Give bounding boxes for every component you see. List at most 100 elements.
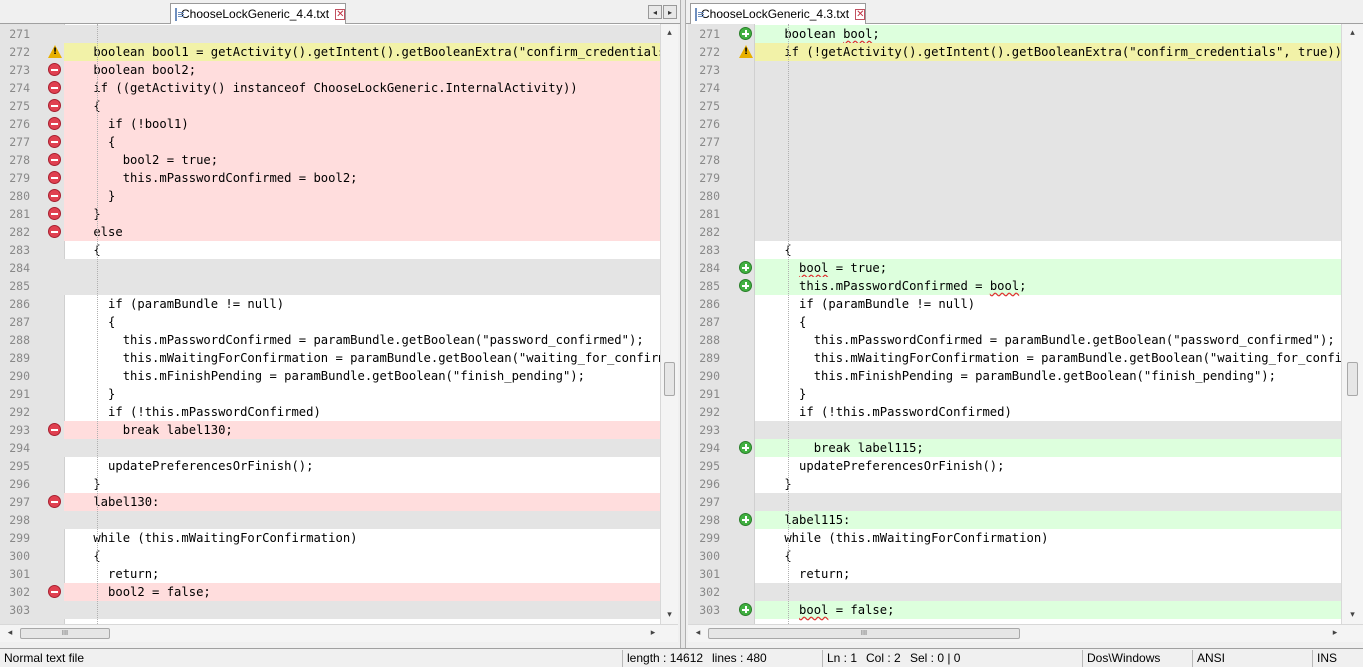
scroll-thumb[interactable]: III bbox=[708, 628, 1020, 639]
line-number: 273 bbox=[699, 63, 720, 77]
code-line[interactable]: 284 bool = true; bbox=[688, 259, 1341, 277]
tab-right-file[interactable]: ChooseLockGeneric_4.3.txt ✕ bbox=[690, 3, 866, 24]
code-line[interactable]: 297 bbox=[688, 493, 1341, 511]
code-line[interactable]: 288 this.mPasswordConfirmed = paramBundl… bbox=[688, 331, 1341, 349]
code-line[interactable]: 295 updatePreferencesOrFinish(); bbox=[688, 457, 1341, 475]
code-line[interactable]: 298 bbox=[0, 511, 660, 529]
code-line[interactable]: 274 bbox=[688, 79, 1341, 97]
status-col: Col : 2 bbox=[866, 651, 901, 665]
right-tab-bar: ChooseLockGeneric_4.3.txt ✕ bbox=[686, 0, 1363, 24]
tab-left-label: ChooseLockGeneric_4.4.txt bbox=[181, 7, 330, 21]
code-line[interactable]: 273 boolean bool2; bbox=[0, 61, 660, 79]
code-line[interactable]: 281 bbox=[688, 205, 1341, 223]
code-line[interactable]: 294 break label115; bbox=[688, 439, 1341, 457]
code-line[interactable]: 299 while (this.mWaitingForConfirmation) bbox=[688, 529, 1341, 547]
code-line[interactable]: 294 bbox=[0, 439, 660, 457]
scroll-up-arrow[interactable]: ▴ bbox=[1346, 26, 1359, 40]
code-text: if (!this.mPasswordConfirmed) bbox=[755, 405, 1012, 419]
code-line[interactable]: 300 { bbox=[688, 547, 1341, 565]
code-line[interactable]: 290 this.mFinishPending = paramBundle.ge… bbox=[0, 367, 660, 385]
tab-left-file[interactable]: ChooseLockGeneric_4.4.txt ✕ bbox=[170, 3, 346, 24]
code-line[interactable]: 302 bool2 = false; bbox=[0, 583, 660, 601]
code-line[interactable]: 288 this.mPasswordConfirmed = paramBundl… bbox=[0, 331, 660, 349]
right-horizontal-scrollbar[interactable]: ◂ III ▸ bbox=[688, 624, 1363, 642]
code-line[interactable]: 303 bool = false; bbox=[688, 601, 1341, 619]
code-line[interactable]: 303 bbox=[0, 601, 660, 619]
left-vertical-scrollbar[interactable]: ▴ ▾ bbox=[660, 24, 678, 624]
code-line[interactable]: 278 bool2 = true; bbox=[0, 151, 660, 169]
code-line[interactable]: 291 } bbox=[688, 385, 1341, 403]
code-line[interactable]: 298 label115: bbox=[688, 511, 1341, 529]
tab-next-button[interactable]: ▸ bbox=[663, 5, 677, 19]
line-number: 295 bbox=[9, 459, 30, 473]
code-line[interactable]: 274 if ((getActivity() instanceof Choose… bbox=[0, 79, 660, 97]
code-line[interactable]: 276 if (!bool1) bbox=[0, 115, 660, 133]
code-line[interactable]: 287 { bbox=[0, 313, 660, 331]
line-number: 276 bbox=[699, 117, 720, 131]
code-line[interactable]: 300 { bbox=[0, 547, 660, 565]
code-line[interactable]: 290 this.mFinishPending = paramBundle.ge… bbox=[688, 367, 1341, 385]
code-line[interactable]: 292 if (!this.mPasswordConfirmed) bbox=[0, 403, 660, 421]
scroll-thumb[interactable] bbox=[1347, 362, 1358, 396]
right-editor-pane[interactable]: 271 boolean bool;272 if (!getActivity().… bbox=[688, 24, 1341, 624]
code-line[interactable]: 286 if (paramBundle != null) bbox=[0, 295, 660, 313]
scroll-thumb[interactable] bbox=[664, 362, 675, 396]
code-line[interactable]: 302 bbox=[688, 583, 1341, 601]
code-line[interactable]: 272 boolean bool1 = getActivity().getInt… bbox=[0, 43, 660, 61]
code-line[interactable]: 292 if (!this.mPasswordConfirmed) bbox=[688, 403, 1341, 421]
code-line[interactable]: 293 bbox=[688, 421, 1341, 439]
pane-splitter[interactable] bbox=[680, 0, 686, 648]
code-line[interactable]: 297 label130: bbox=[0, 493, 660, 511]
code-line[interactable]: 283 { bbox=[0, 241, 660, 259]
close-icon[interactable]: ✕ bbox=[855, 8, 866, 20]
code-line[interactable]: 289 this.mWaitingForConfirmation = param… bbox=[0, 349, 660, 367]
code-line[interactable]: 278 bbox=[688, 151, 1341, 169]
code-line[interactable]: 277 { bbox=[0, 133, 660, 151]
code-line[interactable]: 272 if (!getActivity().getIntent().getBo… bbox=[688, 43, 1341, 61]
scroll-thumb[interactable]: III bbox=[20, 628, 110, 639]
code-line[interactable]: 295 updatePreferencesOrFinish(); bbox=[0, 457, 660, 475]
code-line[interactable]: 277 bbox=[688, 133, 1341, 151]
code-line[interactable]: 271 boolean bool; bbox=[688, 25, 1341, 43]
scroll-right-arrow[interactable]: ▸ bbox=[646, 627, 660, 640]
code-line[interactable]: 301 return; bbox=[0, 565, 660, 583]
code-line[interactable]: 289 this.mWaitingForConfirmation = param… bbox=[688, 349, 1341, 367]
code-line[interactable]: 285 bbox=[0, 277, 660, 295]
code-line[interactable]: 282 else bbox=[0, 223, 660, 241]
scroll-left-arrow[interactable]: ◂ bbox=[691, 627, 705, 640]
close-icon[interactable]: ✕ bbox=[335, 8, 346, 20]
code-line[interactable]: 296 } bbox=[0, 475, 660, 493]
code-line[interactable]: 273 bbox=[688, 61, 1341, 79]
code-line[interactable]: 291 } bbox=[0, 385, 660, 403]
code-line[interactable]: 279 this.mPasswordConfirmed = bool2; bbox=[0, 169, 660, 187]
scroll-left-arrow[interactable]: ◂ bbox=[3, 627, 17, 640]
left-editor-pane[interactable]: 271 272 boolean bool1 = getActivity().get… bbox=[0, 24, 660, 624]
code-line[interactable]: 286 if (paramBundle != null) bbox=[688, 295, 1341, 313]
code-line[interactable]: 293 break label130; bbox=[0, 421, 660, 439]
code-line[interactable]: 283 { bbox=[688, 241, 1341, 259]
scroll-down-arrow[interactable]: ▾ bbox=[1346, 608, 1359, 622]
code-line[interactable]: 275 bbox=[688, 97, 1341, 115]
code-line[interactable]: 280 } bbox=[0, 187, 660, 205]
right-vertical-scrollbar[interactable]: ▴ ▾ bbox=[1341, 24, 1363, 624]
code-line[interactable]: 275 { bbox=[0, 97, 660, 115]
code-line[interactable]: 271 bbox=[0, 25, 660, 43]
scroll-up-arrow[interactable]: ▴ bbox=[663, 26, 676, 40]
code-line[interactable]: 281 } bbox=[0, 205, 660, 223]
scroll-down-arrow[interactable]: ▾ bbox=[663, 608, 676, 622]
code-line[interactable]: 299 while (this.mWaitingForConfirmation) bbox=[0, 529, 660, 547]
code-line[interactable]: 284 bbox=[0, 259, 660, 277]
code-line[interactable]: 285 this.mPasswordConfirmed = bool; bbox=[688, 277, 1341, 295]
scroll-right-arrow[interactable]: ▸ bbox=[1328, 627, 1342, 640]
code-line[interactable]: 282 bbox=[688, 223, 1341, 241]
code-line[interactable]: 301 return; bbox=[688, 565, 1341, 583]
code-line[interactable]: 287 { bbox=[688, 313, 1341, 331]
code-line[interactable]: 279 bbox=[688, 169, 1341, 187]
code-line[interactable]: 296 } bbox=[688, 475, 1341, 493]
tab-prev-button[interactable]: ◂ bbox=[648, 5, 662, 19]
left-horizontal-scrollbar[interactable]: ◂ III ▸ bbox=[0, 624, 678, 642]
code-line[interactable]: 276 bbox=[688, 115, 1341, 133]
code-line[interactable]: 280 bbox=[688, 187, 1341, 205]
line-number: 289 bbox=[9, 351, 30, 365]
plus-circle-icon bbox=[739, 261, 752, 274]
